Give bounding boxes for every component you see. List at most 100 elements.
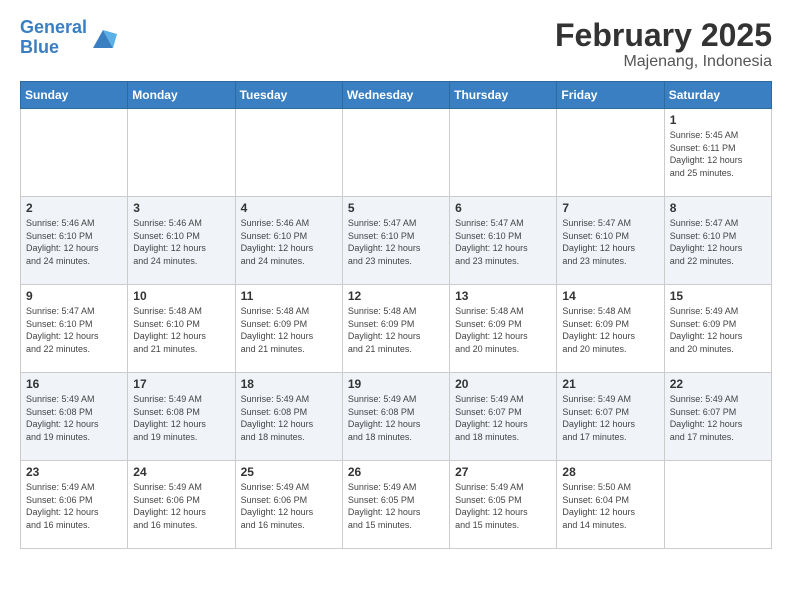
day-cell: 13 Sunrise: 5:48 AMSunset: 6:09 PMDayligh… [450, 285, 557, 373]
day-number: 13 [455, 289, 551, 303]
day-info: Sunrise: 5:48 AMSunset: 6:09 PMDaylight:… [562, 305, 658, 355]
day-info: Sunrise: 5:47 AMSunset: 6:10 PMDaylight:… [562, 217, 658, 267]
day-info: Sunrise: 5:49 AMSunset: 6:05 PMDaylight:… [348, 481, 444, 531]
day-number: 28 [562, 465, 658, 479]
day-info: Sunrise: 5:48 AMSunset: 6:09 PMDaylight:… [241, 305, 337, 355]
day-number: 3 [133, 201, 229, 215]
day-cell [128, 109, 235, 197]
day-info: Sunrise: 5:49 AMSunset: 6:07 PMDaylight:… [455, 393, 551, 443]
day-number: 24 [133, 465, 229, 479]
day-cell: 15 Sunrise: 5:49 AMSunset: 6:09 PMDayligh… [664, 285, 771, 373]
day-info: Sunrise: 5:47 AMSunset: 6:10 PMDaylight:… [670, 217, 766, 267]
day-number: 6 [455, 201, 551, 215]
day-number: 9 [26, 289, 122, 303]
col-thursday: Thursday [450, 82, 557, 109]
day-cell: 9 Sunrise: 5:47 AMSunset: 6:10 PMDaylight… [21, 285, 128, 373]
day-cell: 4 Sunrise: 5:46 AMSunset: 6:10 PMDaylight… [235, 197, 342, 285]
day-info: Sunrise: 5:49 AMSunset: 6:07 PMDaylight:… [562, 393, 658, 443]
day-info: Sunrise: 5:47 AMSunset: 6:10 PMDaylight:… [348, 217, 444, 267]
day-number: 10 [133, 289, 229, 303]
day-number: 11 [241, 289, 337, 303]
day-number: 12 [348, 289, 444, 303]
day-cell: 18Sunrise: 5:49 AMSunset: 6:08 PMDayligh… [235, 373, 342, 461]
day-number: 2 [26, 201, 122, 215]
day-cell: 19Sunrise: 5:49 AMSunset: 6:08 PMDayligh… [342, 373, 449, 461]
day-info: Sunrise: 5:48 AMSunset: 6:09 PMDaylight:… [348, 305, 444, 355]
col-saturday: Saturday [664, 82, 771, 109]
day-cell: 1 Sunrise: 5:45 AMSunset: 6:11 PMDaylight… [664, 109, 771, 197]
day-info: Sunrise: 5:49 AMSunset: 6:06 PMDaylight:… [26, 481, 122, 531]
day-info: Sunrise: 5:49 AMSunset: 6:09 PMDaylight:… [670, 305, 766, 355]
day-cell: 20 Sunrise: 5:49 AMSunset: 6:07 PMDayligh… [450, 373, 557, 461]
day-info: Sunrise: 5:45 AMSunset: 6:11 PMDaylight:… [670, 129, 766, 179]
day-cell: 12 Sunrise: 5:48 AMSunset: 6:09 PMDayligh… [342, 285, 449, 373]
day-number: 21 [562, 377, 658, 391]
day-info: Sunrise: 5:49 AMSunset: 6:08 PMDaylight:… [133, 393, 229, 443]
day-number: 4 [241, 201, 337, 215]
week-row-1: 1 Sunrise: 5:45 AMSunset: 6:11 PMDaylight… [21, 109, 772, 197]
day-cell: 7 Sunrise: 5:47 AMSunset: 6:10 PMDaylight… [557, 197, 664, 285]
day-number: 23 [26, 465, 122, 479]
logo-text: General Blue [20, 18, 87, 58]
day-number: 20 [455, 377, 551, 391]
day-info: Sunrise: 5:47 AMSunset: 6:10 PMDaylight:… [26, 305, 122, 355]
logo-blue: Blue [20, 37, 59, 57]
day-cell: 26 Sunrise: 5:49 AMSunset: 6:05 PMDayligh… [342, 461, 449, 549]
day-number: 14 [562, 289, 658, 303]
day-number: 15 [670, 289, 766, 303]
day-cell: 11 Sunrise: 5:48 AMSunset: 6:09 PMDayligh… [235, 285, 342, 373]
calendar-title: February 2025 [555, 18, 772, 53]
col-sunday: Sunday [21, 82, 128, 109]
day-cell: 17Sunrise: 5:49 AMSunset: 6:08 PMDayligh… [128, 373, 235, 461]
col-friday: Friday [557, 82, 664, 109]
day-number: 1 [670, 113, 766, 127]
day-cell: 10Sunrise: 5:48 AMSunset: 6:10 PMDayligh… [128, 285, 235, 373]
day-cell: 25Sunrise: 5:49 AMSunset: 6:06 PMDayligh… [235, 461, 342, 549]
week-row-2: 2 Sunrise: 5:46 AMSunset: 6:10 PMDaylight… [21, 197, 772, 285]
day-number: 26 [348, 465, 444, 479]
day-info: Sunrise: 5:50 AMSunset: 6:04 PMDaylight:… [562, 481, 658, 531]
day-number: 22 [670, 377, 766, 391]
day-info: Sunrise: 5:49 AMSunset: 6:07 PMDaylight:… [670, 393, 766, 443]
day-info: Sunrise: 5:49 AMSunset: 6:06 PMDaylight:… [241, 481, 337, 531]
day-cell: 22 Sunrise: 5:49 AMSunset: 6:07 PMDayligh… [664, 373, 771, 461]
day-info: Sunrise: 5:48 AMSunset: 6:09 PMDaylight:… [455, 305, 551, 355]
day-info: Sunrise: 5:46 AMSunset: 6:10 PMDaylight:… [26, 217, 122, 267]
day-info: Sunrise: 5:49 AMSunset: 6:08 PMDaylight:… [241, 393, 337, 443]
day-cell: 2 Sunrise: 5:46 AMSunset: 6:10 PMDaylight… [21, 197, 128, 285]
day-info: Sunrise: 5:47 AMSunset: 6:10 PMDaylight:… [455, 217, 551, 267]
day-cell [664, 461, 771, 549]
day-cell: 21 Sunrise: 5:49 AMSunset: 6:07 PMDayligh… [557, 373, 664, 461]
header: General Blue February 2025 Majenang, Ind… [20, 18, 772, 71]
col-wednesday: Wednesday [342, 82, 449, 109]
day-cell: 6 Sunrise: 5:47 AMSunset: 6:10 PMDaylight… [450, 197, 557, 285]
day-info: Sunrise: 5:46 AMSunset: 6:10 PMDaylight:… [133, 217, 229, 267]
day-info: Sunrise: 5:49 AMSunset: 6:06 PMDaylight:… [133, 481, 229, 531]
day-cell [21, 109, 128, 197]
day-cell: 23 Sunrise: 5:49 AMSunset: 6:06 PMDayligh… [21, 461, 128, 549]
calendar-page: General Blue February 2025 Majenang, Ind… [0, 0, 792, 561]
logo-general: General [20, 17, 87, 37]
header-row: Sunday Monday Tuesday Wednesday Thursday… [21, 82, 772, 109]
day-info: Sunrise: 5:49 AMSunset: 6:08 PMDaylight:… [26, 393, 122, 443]
day-cell: 3 Sunrise: 5:46 AMSunset: 6:10 PMDaylight… [128, 197, 235, 285]
day-cell: 16Sunrise: 5:49 AMSunset: 6:08 PMDayligh… [21, 373, 128, 461]
day-cell [450, 109, 557, 197]
week-row-3: 9 Sunrise: 5:47 AMSunset: 6:10 PMDaylight… [21, 285, 772, 373]
calendar-table: Sunday Monday Tuesday Wednesday Thursday… [20, 81, 772, 549]
day-number: 7 [562, 201, 658, 215]
day-cell: 28 Sunrise: 5:50 AMSunset: 6:04 PMDayligh… [557, 461, 664, 549]
day-cell [235, 109, 342, 197]
week-row-4: 16Sunrise: 5:49 AMSunset: 6:08 PMDayligh… [21, 373, 772, 461]
week-row-5: 23 Sunrise: 5:49 AMSunset: 6:06 PMDayligh… [21, 461, 772, 549]
logo: General Blue [20, 18, 117, 58]
title-block: February 2025 Majenang, Indonesia [555, 18, 772, 71]
col-monday: Monday [128, 82, 235, 109]
col-tuesday: Tuesday [235, 82, 342, 109]
day-cell: 8Sunrise: 5:47 AMSunset: 6:10 PMDaylight… [664, 197, 771, 285]
day-cell: 14 Sunrise: 5:48 AMSunset: 6:09 PMDayligh… [557, 285, 664, 373]
day-info: Sunrise: 5:46 AMSunset: 6:10 PMDaylight:… [241, 217, 337, 267]
day-cell [557, 109, 664, 197]
day-info: Sunrise: 5:49 AMSunset: 6:05 PMDaylight:… [455, 481, 551, 531]
day-cell [342, 109, 449, 197]
